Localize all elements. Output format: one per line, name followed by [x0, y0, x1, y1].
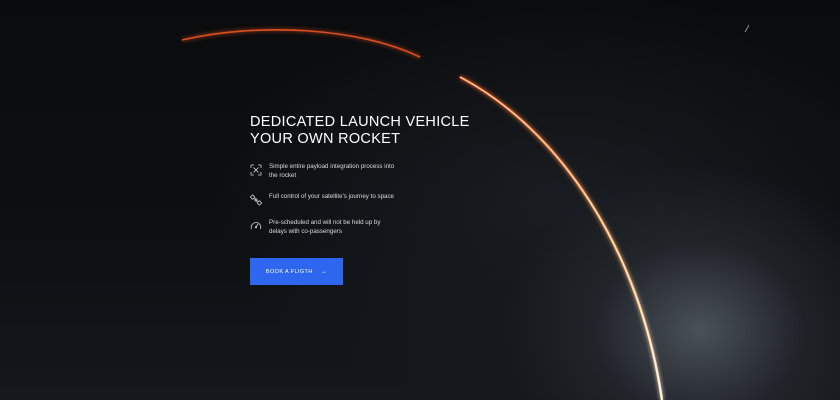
feature-text: Simple entire payload integration proces… — [269, 163, 395, 179]
arrow-right-icon: → — [320, 268, 328, 275]
hero-content: DEDICATED LAUNCH VEHICLE YOUR OWN ROCKET… — [250, 114, 510, 248]
feature-list: Simple entire payload integration proces… — [250, 162, 510, 236]
feature-item: Full control of your satellite's journey… — [250, 192, 510, 206]
integration-icon — [250, 164, 262, 176]
satellite-icon — [250, 194, 262, 206]
feature-item: Pre-scheduled and will not be held up by… — [250, 218, 510, 236]
feature-text: Pre-scheduled and will not be held up by… — [269, 219, 381, 235]
book-flight-button[interactable]: BOOK A FLIGTH → — [250, 258, 343, 285]
title-line-2: YOUR OWN ROCKET — [250, 131, 401, 147]
feature-text: Full control of your satellite's journey… — [269, 193, 394, 200]
page-title: DEDICATED LAUNCH VEHICLE YOUR OWN ROCKET — [250, 114, 510, 148]
book-flight-label: BOOK A FLIGTH — [265, 268, 313, 275]
speedometer-icon — [250, 222, 262, 230]
title-line-1: DEDICATED LAUNCH VEHICLE — [250, 114, 470, 130]
feature-item: Simple entire payload integration proces… — [250, 162, 510, 180]
